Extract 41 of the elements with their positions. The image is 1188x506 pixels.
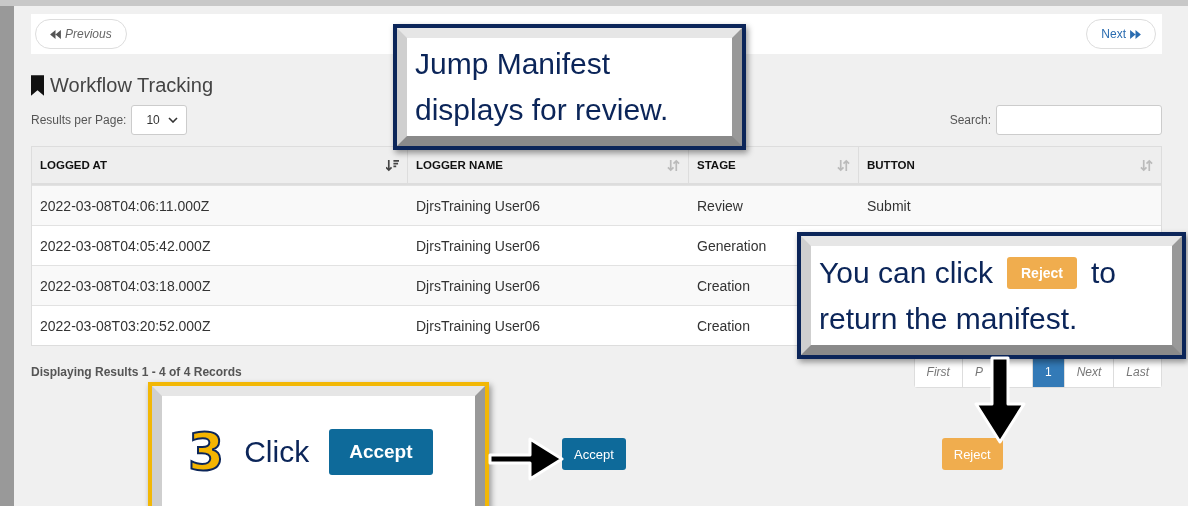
table-cell: 2022-03-08T04:05:42.000Z [40,237,211,254]
table-cell: Creation [697,277,750,294]
next-button[interactable]: Next [1086,19,1156,49]
table-cell: Review [697,197,743,214]
sort-descending-icon [386,158,399,172]
previous-button[interactable]: Previous [35,19,127,49]
page-title: Workflow Tracking [50,74,213,97]
callout-text: return the manifest. [819,300,1079,337]
table-cell: DjrsTraining User06 [416,237,540,254]
sort-icon [1140,158,1153,172]
table-cell: Creation [697,317,750,334]
callout-text: Click [244,434,310,470]
column-header[interactable]: BUTTON [859,147,1161,183]
table-cell: DjrsTraining User06 [416,317,540,334]
callout-text: You can click [819,254,993,291]
step-number: 3 [188,422,225,482]
table-cell: 2022-03-08T04:06:11.000Z [40,197,210,214]
page-link[interactable]: Last [1113,357,1161,387]
results-per-page-select[interactable]: 10 [131,105,188,135]
sort-icon [667,158,680,172]
table-cell: 2022-03-08T03:20:52.000Z [40,317,211,334]
table-cell: DjrsTraining User06 [416,197,540,214]
callout-text: Jump Manifest [415,46,612,82]
table-cell: Submit [867,197,911,214]
table-cell: Generation [697,237,767,254]
table-cell: DjrsTraining User06 [416,277,540,294]
chevron-down-icon [168,117,179,123]
sort-icon [837,158,850,172]
reject-button-image: Reject [1007,256,1078,289]
bookmark-icon [31,75,44,96]
results-per-page-label: Results per Page: [31,113,127,127]
callout-text: displays for review. [415,92,670,128]
table-cell: 2022-03-08T04:03:18.000Z [40,277,211,294]
results-count: Displaying Results 1 - 4 of 4 Records [31,365,242,379]
accept-button[interactable]: Accept [562,438,626,470]
search-label: Search: [949,113,991,127]
accept-button-image: Accept [329,429,433,475]
search-field[interactable] [996,105,1162,135]
double-right-icon [1130,29,1141,39]
double-left-icon [50,29,61,39]
callout-text: to [1091,254,1117,291]
